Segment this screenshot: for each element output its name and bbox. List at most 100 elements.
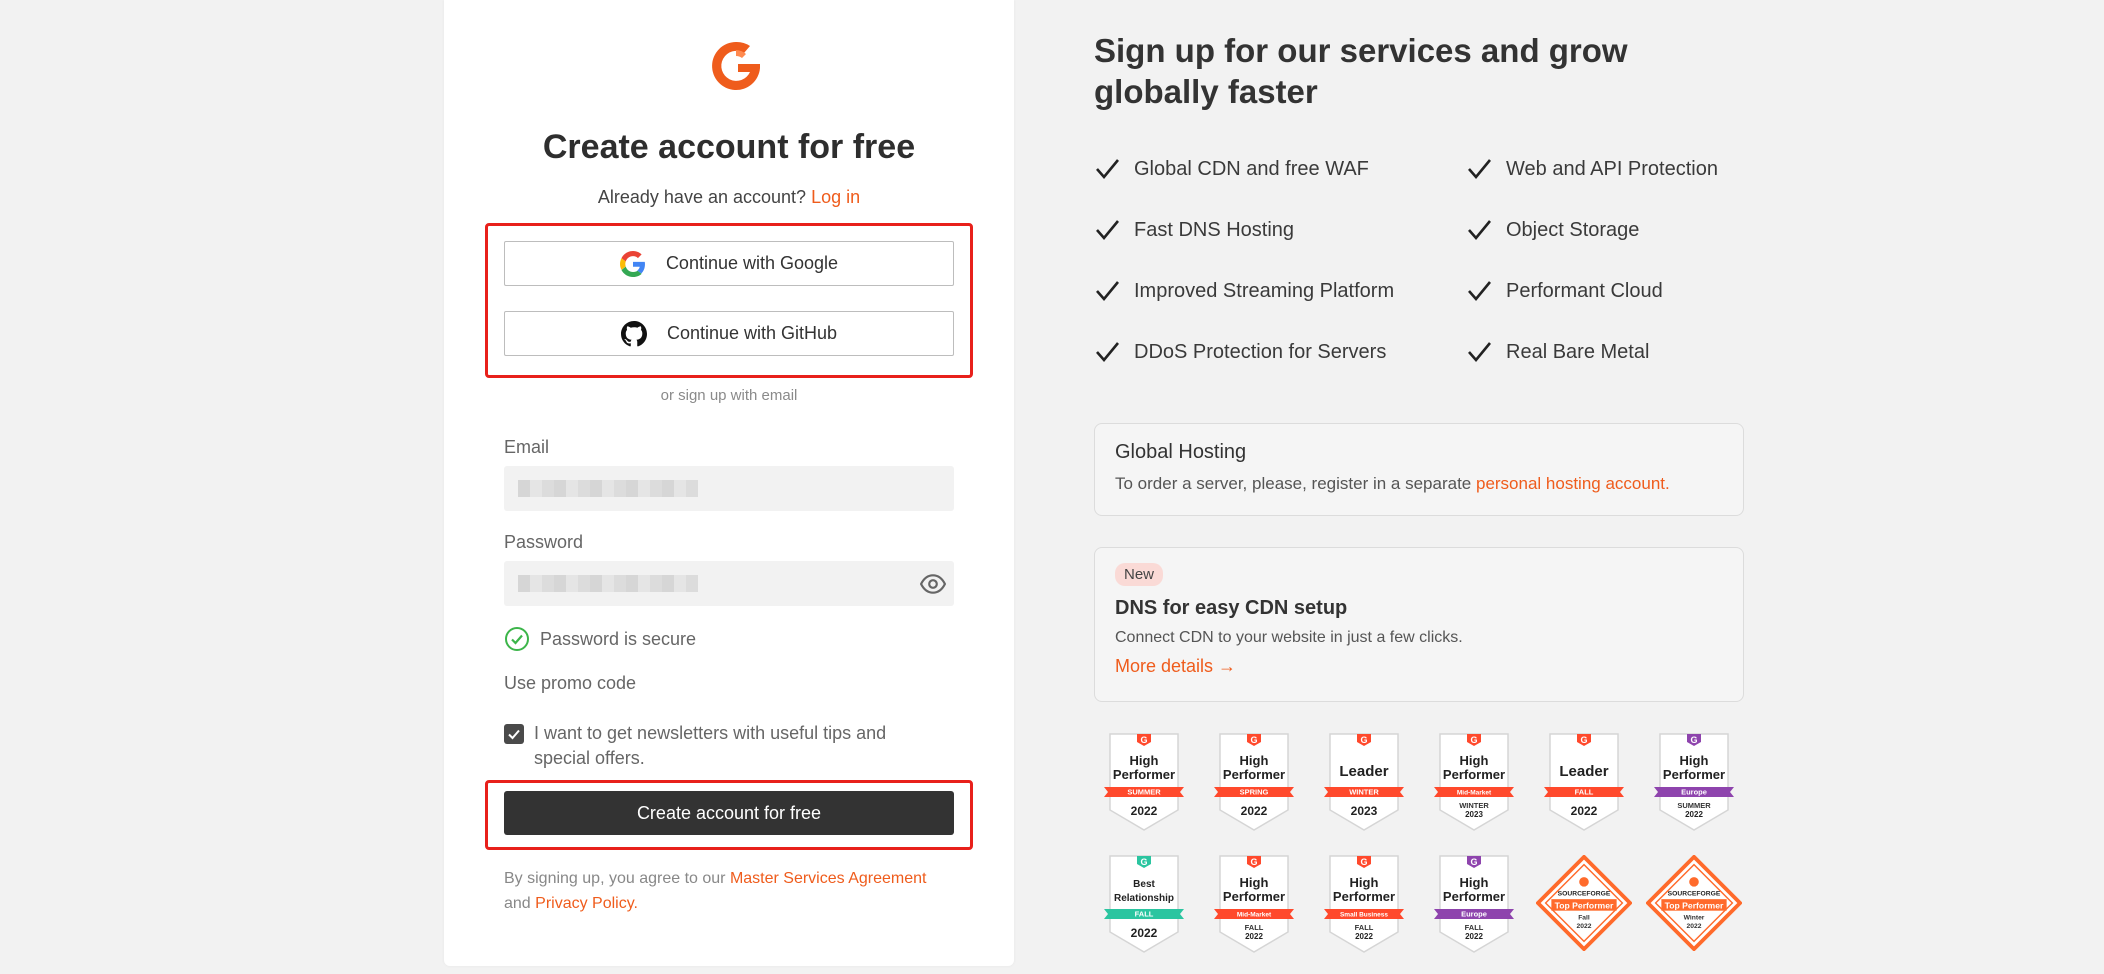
feature-label: Performant Cloud (1506, 279, 1663, 302)
google-button-label: Continue with Google (665, 253, 839, 273)
email-value-blurred (518, 480, 698, 497)
checkmark-icon (1468, 220, 1492, 241)
svg-text:SOURCEFORGE: SOURCEFORGE (1668, 890, 1721, 897)
gcore-logo-icon (712, 41, 760, 90)
feature-item: Global CDN and free WAF (1094, 156, 1369, 182)
password-label: Password (504, 532, 584, 552)
g2-award-badge: G High Performer Small Business FALL 202… (1324, 855, 1404, 953)
feature-label: Object Storage (1506, 218, 1640, 241)
svg-text:Relationship: Relationship (1114, 893, 1174, 904)
svg-text:Top Performer: Top Performer (1555, 900, 1614, 910)
svg-text:SUMMER: SUMMER (1677, 801, 1711, 810)
personal-hosting-account-link[interactable]: personal hosting account. (1476, 474, 1670, 493)
feature-item: Improved Streaming Platform (1094, 278, 1394, 304)
g2-award-badge: G Best Relationship FALL 2022 (1104, 855, 1184, 953)
svg-text:G: G (1250, 735, 1257, 745)
checkmark-icon (1096, 281, 1120, 302)
svg-text:2022: 2022 (1241, 804, 1268, 818)
email-field[interactable] (504, 466, 954, 511)
svg-text:High: High (1240, 875, 1269, 890)
github-signup-button[interactable]: Continue with GitHub (504, 311, 954, 356)
svg-text:Small Business: Small Business (1340, 912, 1388, 919)
dns-text: Connect CDN to your website in just a fe… (1115, 629, 1463, 646)
feature-label: Improved Streaming Platform (1134, 279, 1395, 302)
svg-text:Fall: Fall (1578, 914, 1590, 921)
svg-text:High: High (1130, 753, 1159, 768)
svg-text:FALL: FALL (1465, 923, 1484, 932)
hosting-text: To order a server, please, register in a… (1115, 474, 1472, 493)
svg-text:Performer: Performer (1443, 889, 1505, 904)
svg-text:FALL: FALL (1135, 910, 1154, 919)
terms-prefix: By signing up, you agree to our (504, 870, 726, 887)
show-password-eye-icon[interactable] (920, 571, 946, 597)
svg-text:2022: 2022 (1465, 932, 1483, 941)
more-details-link[interactable]: More details → (1115, 656, 1723, 677)
newsletter-checkbox[interactable] (504, 724, 524, 744)
page-title: Create account for free (542, 128, 916, 166)
svg-text:2022: 2022 (1245, 932, 1263, 941)
checkmark-icon (1468, 281, 1492, 302)
checkmark-icon (1468, 159, 1492, 180)
feature-item: DDoS Protection for Servers (1094, 339, 1386, 365)
svg-text:High: High (1460, 753, 1489, 768)
svg-text:G: G (1140, 735, 1147, 745)
google-icon (619, 250, 645, 277)
terms-and: and (504, 895, 531, 912)
password-value-masked (518, 575, 698, 592)
global-hosting-title: Global Hosting (1115, 441, 1247, 463)
svg-text:WINTER: WINTER (1349, 788, 1379, 797)
svg-text:Performer: Performer (1223, 889, 1285, 904)
svg-text:G: G (1140, 857, 1147, 867)
svg-text:G: G (1360, 735, 1367, 745)
google-signup-button[interactable]: Continue with Google (504, 241, 954, 286)
feature-label: Web and API Protection (1506, 157, 1718, 180)
svg-text:SUMMER: SUMMER (1127, 788, 1161, 797)
privacy-policy-link[interactable]: Privacy Policy. (535, 895, 638, 912)
newsletter-label: I want to get newsletters with useful ti… (534, 723, 887, 768)
feature-item: Web and API Protection (1466, 156, 1718, 182)
svg-text:Top Performer: Top Performer (1665, 900, 1724, 910)
g2-award-badge: G High Performer Europe SUMMER 2022 (1654, 733, 1734, 831)
g2-award-badge: G High Performer Mid-Market FALL 2022 (1214, 855, 1294, 953)
svg-text:Mid-Market: Mid-Market (1237, 912, 1272, 919)
password-strength-status: Password is secure (504, 626, 696, 652)
checkmark-icon (1468, 342, 1492, 363)
svg-text:2022: 2022 (1577, 923, 1592, 930)
login-link[interactable]: Log in (811, 187, 860, 207)
svg-text:Leader: Leader (1559, 763, 1608, 780)
svg-text:Best: Best (1133, 879, 1155, 890)
svg-text:2023: 2023 (1465, 810, 1483, 819)
email-label: Email (504, 437, 550, 457)
svg-text:Performer: Performer (1443, 767, 1505, 782)
master-services-agreement-link[interactable]: Master Services Agreement (730, 870, 927, 887)
feature-label: DDoS Protection for Servers (1134, 340, 1387, 363)
promo-title: Sign up for our services and grow global… (1094, 32, 1628, 110)
svg-text:High: High (1240, 753, 1269, 768)
svg-text:2022: 2022 (1131, 804, 1158, 818)
global-hosting-text: To order a server, please, register in a… (1115, 474, 1723, 494)
svg-text:2022: 2022 (1571, 804, 1598, 818)
svg-text:2022: 2022 (1355, 932, 1373, 941)
dns-promo-box: New DNS for easy CDN setup Connect CDN t… (1094, 547, 1744, 702)
password-field[interactable] (504, 561, 954, 606)
g2-award-badge: G High Performer SPRING 2022 (1214, 733, 1294, 831)
svg-text:Winter: Winter (1684, 914, 1705, 921)
svg-text:SOURCEFORGE: SOURCEFORGE (1558, 890, 1611, 897)
use-promo-code-link[interactable]: Use promo code (504, 673, 636, 694)
svg-text:2022: 2022 (1685, 810, 1703, 819)
checkmark-icon (1096, 159, 1120, 180)
g2-award-badge: G High Performer SUMMER 2022 (1104, 733, 1184, 831)
have-account-text: Already have an account? (597, 187, 807, 207)
svg-text:SPRING: SPRING (1240, 788, 1269, 797)
dns-title: DNS for easy CDN setup (1115, 597, 1348, 619)
g2-award-badge: G Leader WINTER 2023 (1324, 733, 1404, 831)
new-badge: New (1115, 563, 1164, 586)
create-account-button[interactable]: Create account for free (504, 791, 954, 835)
sourceforge-award-badge: SOURCEFORGE Top Performer Winter 2022 (1646, 855, 1742, 951)
svg-text:G: G (1250, 857, 1257, 867)
sourceforge-award-badge: SOURCEFORGE Top Performer Fall 2022 (1536, 855, 1632, 951)
svg-text:High: High (1350, 875, 1379, 890)
checkmark-icon (1096, 220, 1120, 241)
signup-card: Create account for free Already have an … (444, 0, 1014, 966)
svg-text:High: High (1680, 753, 1709, 768)
